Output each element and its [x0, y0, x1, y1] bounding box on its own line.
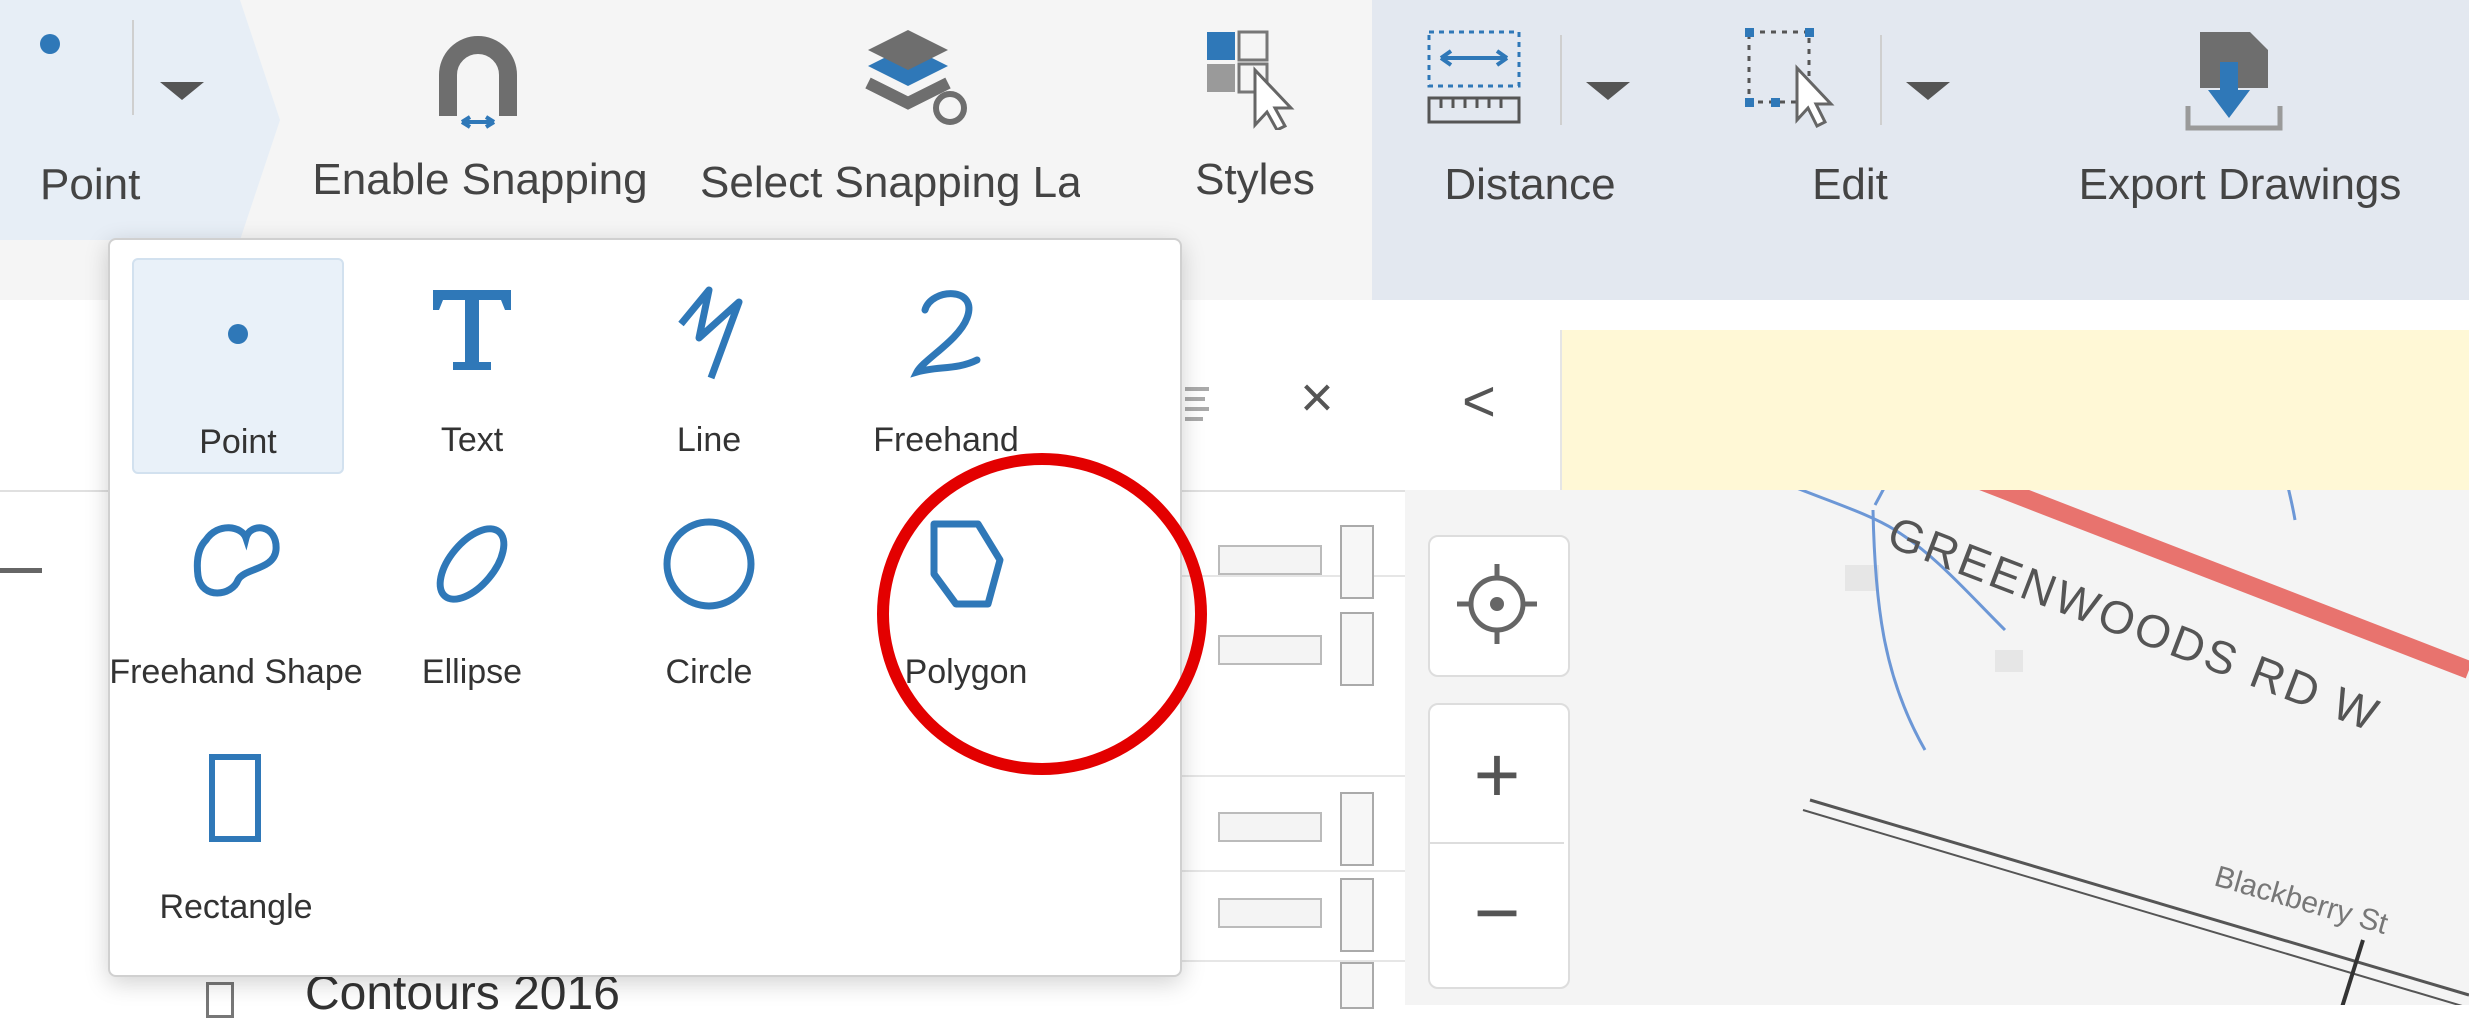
- opacity-slider-handle[interactable]: [1340, 525, 1374, 599]
- edit-dropdown-caret[interactable]: [1906, 82, 1950, 100]
- opacity-slider-track[interactable]: [1218, 545, 1322, 575]
- styles-label: Styles: [1195, 155, 1315, 204]
- text-icon: [433, 290, 511, 370]
- opacity-slider-handle[interactable]: [1340, 962, 1374, 1009]
- layer-row-divider: [1175, 870, 1405, 872]
- opacity-slider-handle[interactable]: [1340, 878, 1374, 952]
- point-icon: [40, 34, 60, 54]
- distance-divider: [1560, 35, 1562, 125]
- point-button-label: Point: [40, 160, 141, 209]
- ellipse-icon: [436, 525, 508, 603]
- ruler-icon: [1427, 30, 1521, 124]
- collapse-group-icon[interactable]: [0, 568, 42, 573]
- edit-select-icon: [1745, 28, 1835, 128]
- layer-row-divider: [1175, 775, 1405, 777]
- point-icon: [228, 324, 248, 344]
- layer-checkbox[interactable]: [206, 982, 234, 1018]
- opacity-slider-handle[interactable]: [1340, 792, 1374, 866]
- opacity-slider-track[interactable]: [1218, 812, 1322, 842]
- chevron-left-icon: <: [1462, 369, 1496, 434]
- edit-divider: [1880, 35, 1882, 125]
- circle-icon: [663, 518, 755, 610]
- tool-label: Rectangle: [159, 888, 313, 926]
- distance-label: Distance: [1444, 160, 1616, 209]
- export-drawings-label: Export Drawings: [2078, 160, 2402, 209]
- list-options-icon[interactable]: [1185, 385, 1215, 421]
- info-banner: [1560, 330, 2469, 490]
- zoom-in-button[interactable]: +: [1428, 720, 1566, 830]
- select-snapping-label: Select Snapping Layers: [700, 158, 1080, 207]
- draw-tool-rectangle[interactable]: Rectangle: [132, 725, 340, 937]
- freehand-shape-icon: [193, 524, 280, 597]
- distance-dropdown-caret[interactable]: [1586, 82, 1630, 100]
- layers-snap-icon: [865, 30, 967, 125]
- split-divider: [132, 20, 134, 115]
- draw-tool-circle[interactable]: Circle: [605, 490, 813, 702]
- close-panel-button[interactable]: ×: [1300, 368, 1334, 428]
- styles-icon: [1207, 30, 1295, 130]
- point-button-arrow: [240, 0, 280, 240]
- freehand-icon: [910, 290, 981, 378]
- magnet-icon: [439, 36, 517, 129]
- draw-tool-freehand[interactable]: Freehand: [842, 258, 1050, 470]
- draw-tool-line[interactable]: Line: [605, 258, 813, 470]
- rectangle-icon: [209, 754, 261, 842]
- zoom-divider: [1430, 842, 1564, 844]
- draw-tool-point[interactable]: Point: [132, 258, 344, 474]
- export-icon: [2185, 32, 2283, 131]
- zoom-out-button[interactable]: −: [1428, 858, 1566, 968]
- tool-label: Circle: [665, 653, 753, 691]
- line-icon: [678, 286, 743, 380]
- opacity-slider-track[interactable]: [1218, 635, 1322, 665]
- opacity-slider-handle[interactable]: [1340, 612, 1374, 686]
- draw-tool-ellipse[interactable]: Ellipse: [368, 490, 576, 702]
- enable-snapping-label: Enable Snapping: [312, 155, 648, 204]
- draw-tool-text[interactable]: Text: [368, 258, 576, 470]
- point-dropdown-caret[interactable]: [160, 82, 204, 100]
- opacity-slider-track[interactable]: [1218, 898, 1322, 928]
- highlight-annotation: [877, 453, 1207, 775]
- draw-tool-freehand-shape[interactable]: Freehand Shape: [109, 490, 363, 702]
- crosshair-icon: [1457, 564, 1537, 644]
- edit-label: Edit: [1812, 160, 1888, 209]
